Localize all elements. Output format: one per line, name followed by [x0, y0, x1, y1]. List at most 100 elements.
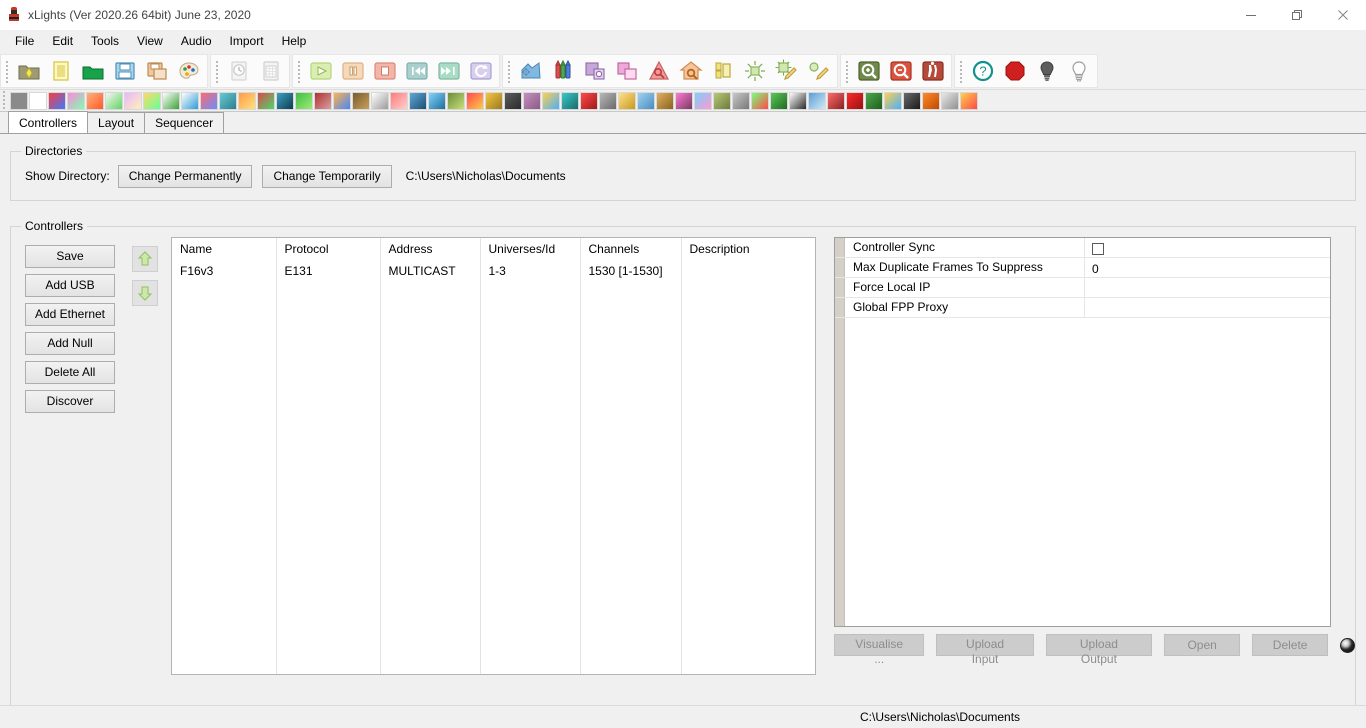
menu-item-tools[interactable]: Tools — [82, 31, 128, 51]
layer-blending-button[interactable] — [611, 56, 643, 86]
effect-off-button[interactable] — [10, 92, 28, 110]
rewind-button[interactable] — [401, 56, 433, 86]
tab-layout[interactable]: Layout — [87, 112, 145, 133]
effect-marquee-button[interactable] — [409, 92, 427, 110]
effect-pinwheel-button[interactable] — [542, 92, 560, 110]
save-as-sequence-button[interactable] — [141, 56, 173, 86]
toolbar-gripper[interactable] — [296, 59, 303, 83]
menu-item-import[interactable]: Import — [221, 31, 273, 51]
effect-strobe-button[interactable] — [827, 92, 845, 110]
effect-shimmer-button[interactable] — [656, 92, 674, 110]
effect-faces-button[interactable] — [181, 92, 199, 110]
effect-state-button[interactable] — [808, 92, 826, 110]
effect-lightning-button[interactable] — [371, 92, 389, 110]
property-value-global-fpp-proxy[interactable] — [1085, 298, 1330, 317]
open-show-directory-button[interactable] — [13, 56, 45, 86]
toolbar-gripper[interactable] — [844, 59, 851, 83]
effect-ripple-button[interactable] — [580, 92, 598, 110]
fast-forward-button[interactable] — [433, 56, 465, 86]
effect-candle-button[interactable] — [86, 92, 104, 110]
effect-shape-button[interactable] — [637, 92, 655, 110]
model-preview-button[interactable] — [675, 56, 707, 86]
column-header-channels[interactable]: Channels — [580, 238, 681, 261]
move-down-button[interactable] — [132, 280, 158, 306]
effect-assist-button[interactable] — [643, 56, 675, 86]
effect-text-button[interactable] — [846, 92, 864, 110]
effect-fill-button[interactable] — [219, 92, 237, 110]
effect-circles-button[interactable] — [105, 92, 123, 110]
toolbar-gripper[interactable] — [4, 59, 11, 83]
effect-singlestrand-button[interactable] — [694, 92, 712, 110]
property-row[interactable]: Controller Sync — [835, 238, 1330, 258]
effect-galaxy-button[interactable] — [276, 92, 294, 110]
column-header-name[interactable]: Name — [172, 238, 276, 261]
effect-fire-button[interactable] — [238, 92, 256, 110]
controllers-table[interactable]: NameProtocolAddressUniverses/IdChannelsD… — [171, 237, 816, 675]
menu-item-view[interactable]: View — [128, 31, 172, 51]
discover-button[interactable]: Discover — [25, 390, 115, 413]
menu-item-audio[interactable]: Audio — [172, 31, 221, 51]
save-sequence-button[interactable] — [109, 56, 141, 86]
effect-kaleidoscope-button[interactable] — [333, 92, 351, 110]
effect-garlands-button[interactable] — [295, 92, 313, 110]
effect-servo-button[interactable] — [599, 92, 617, 110]
lights-off-bulb-button[interactable] — [1031, 56, 1063, 86]
effect-snowstorm-button[interactable] — [751, 92, 769, 110]
effect-fireworks-button[interactable] — [257, 92, 275, 110]
jukebox-button[interactable] — [771, 56, 803, 86]
delete-all-button[interactable]: Delete All — [25, 361, 115, 384]
effect-morph-button[interactable] — [447, 92, 465, 110]
replay-loop-button[interactable] — [465, 56, 497, 86]
property-value-force-local-ip[interactable] — [1085, 278, 1330, 297]
network-globe-icon[interactable] — [1340, 638, 1355, 653]
effect-settings-button[interactable] — [515, 56, 547, 86]
effect-on-button[interactable] — [29, 92, 47, 110]
effects-toolbar-gripper[interactable] — [1, 90, 8, 112]
effect-music-button[interactable] — [466, 92, 484, 110]
table-row[interactable]: F16v3E131MULTICAST1-31530 [1-1530] — [172, 261, 815, 281]
column-header-protocol[interactable]: Protocol — [276, 238, 380, 261]
controller-properties-grid[interactable]: Controller SyncMax Duplicate Frames To S… — [834, 237, 1331, 627]
checkbox-controller-sync[interactable] — [1092, 243, 1104, 255]
color-crayons-button[interactable] — [547, 56, 579, 86]
save-button[interactable]: Save — [25, 245, 115, 268]
effect-meteors-button[interactable] — [428, 92, 446, 110]
tab-controllers[interactable]: Controllers — [8, 111, 88, 133]
add-ethernet-button[interactable]: Add Ethernet — [25, 303, 115, 326]
zoom-in-button[interactable] — [853, 56, 885, 86]
effect-plasma-button[interactable] — [561, 92, 579, 110]
lights-on-bulb-button[interactable] — [1063, 56, 1095, 86]
effect-warp-button[interactable] — [941, 92, 959, 110]
toolbar-gripper[interactable] — [958, 59, 965, 83]
effect-twinkle-button[interactable] — [884, 92, 902, 110]
effect-life-button[interactable] — [352, 92, 370, 110]
minimize-button[interactable] — [1228, 0, 1274, 30]
property-value-controller-sync[interactable] — [1085, 238, 1330, 257]
zoom-out-button[interactable] — [885, 56, 917, 86]
effect-dmx-button[interactable] — [162, 92, 180, 110]
menu-item-file[interactable]: File — [6, 31, 43, 51]
effect-video-button[interactable] — [903, 92, 921, 110]
effect-sketch-button[interactable] — [713, 92, 731, 110]
play-button[interactable] — [305, 56, 337, 86]
help-question-button[interactable]: ? — [967, 56, 999, 86]
open-sequence-button[interactable] — [77, 56, 109, 86]
add-null-button[interactable]: Add Null — [25, 332, 115, 355]
effect-curtain-button[interactable] — [143, 92, 161, 110]
effect-spirals-button[interactable] — [770, 92, 788, 110]
property-value-max-duplicate-frames-to-suppress[interactable]: 0 — [1085, 258, 1330, 277]
effect-spirograph-button[interactable] — [789, 92, 807, 110]
effect-color-wash-button[interactable] — [124, 92, 142, 110]
effect-wave-button[interactable] — [960, 92, 978, 110]
maximize-button[interactable] — [1274, 0, 1320, 30]
effect-snowflakes-button[interactable] — [732, 92, 750, 110]
change-permanently-button[interactable]: Change Permanently — [118, 165, 253, 188]
render-all-palette-button[interactable] — [173, 56, 205, 86]
column-header-address[interactable]: Address — [380, 238, 480, 261]
effect-vumeter-button[interactable] — [922, 92, 940, 110]
effect-shockwave-button[interactable] — [675, 92, 693, 110]
effect-glediator-button[interactable] — [314, 92, 332, 110]
effect-shader-button[interactable] — [618, 92, 636, 110]
pause-button[interactable] — [337, 56, 369, 86]
layer-settings-button[interactable] — [579, 56, 611, 86]
